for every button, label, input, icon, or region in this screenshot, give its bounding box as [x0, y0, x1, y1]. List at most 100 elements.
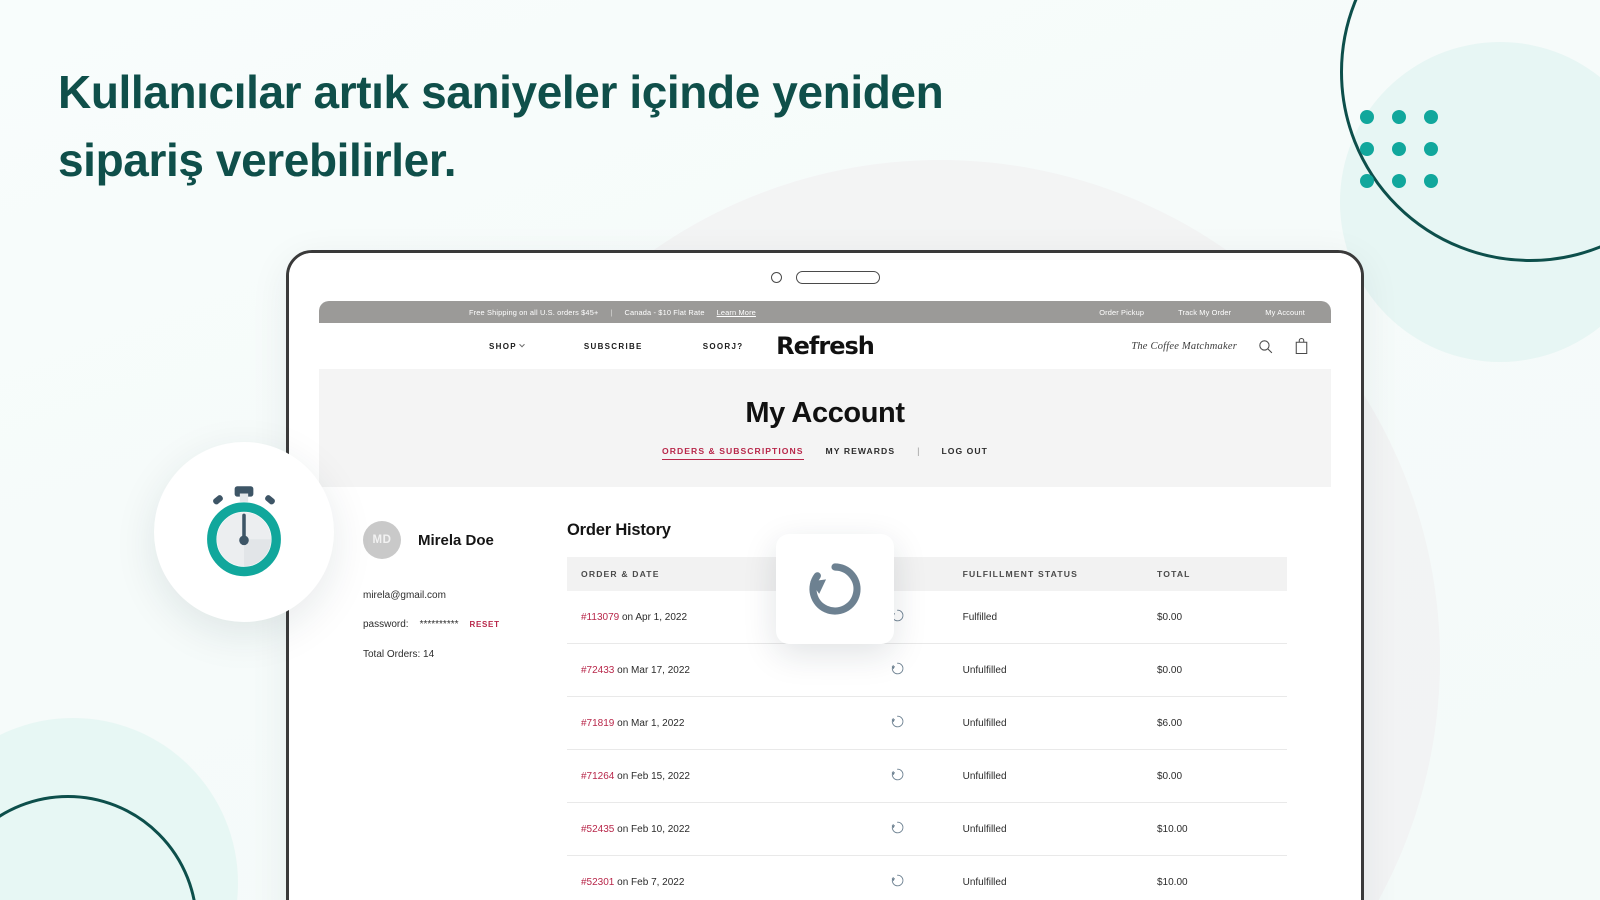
announcement-canada-text: Canada - $10 Flat Rate — [624, 307, 705, 317]
profile-panel: MD Mirela Doe mirela@gmail.com password:… — [319, 521, 567, 900]
table-header-row: ORDER & DATE FULFILLMENT STATUS TOTAL — [567, 557, 1287, 591]
cell-order-date: #71264 on Feb 15, 2022 — [567, 749, 855, 803]
cell-reorder[interactable] — [855, 749, 949, 803]
column-header-total: TOTAL — [1142, 557, 1287, 591]
announcement-separator: | — [610, 307, 613, 317]
order-history-title: Order History — [567, 521, 671, 539]
tablet-bezel — [289, 253, 1361, 301]
cell-total: $0.00 — [1142, 591, 1287, 644]
learn-more-link[interactable]: Learn More — [717, 308, 756, 317]
tab-my-rewards[interactable]: MY REWARDS — [826, 446, 896, 459]
stopwatch-badge — [154, 442, 334, 622]
cell-fulfillment-status: Unfulfilled — [948, 802, 1143, 856]
reorder-arrow-icon — [891, 874, 904, 887]
cell-reorder[interactable] — [855, 696, 949, 750]
cell-total: $10.00 — [1142, 855, 1287, 900]
shopping-bag-icon[interactable] — [1294, 337, 1309, 355]
profile-header: MD Mirela Doe — [363, 521, 567, 559]
utility-link-track-my-order[interactable]: Track My Order — [1178, 308, 1231, 317]
cell-fulfillment-status: Unfulfilled — [948, 749, 1143, 803]
tab-divider: | — [917, 446, 920, 456]
decor-circle-fill-top-right — [1340, 42, 1600, 362]
table-row[interactable]: #72433 on Mar 17, 2022 Unfulfilled $0.00 — [567, 643, 1287, 697]
page-headline: Kullanıcılar artık saniyeler içinde yeni… — [58, 66, 944, 187]
order-date-text: on Feb 10, 2022 — [617, 823, 690, 835]
order-id-link[interactable]: #72433 — [581, 665, 614, 676]
profile-password-mask: ********** — [419, 619, 459, 630]
cell-order-date: #52435 on Feb 10, 2022 — [567, 802, 855, 856]
profile-email: mirela@gmail.com — [363, 590, 446, 601]
profile-name: Mirela Doe — [418, 531, 494, 549]
cell-order-date: #72433 on Mar 17, 2022 — [567, 643, 855, 697]
order-history-panel: Order History ORDER & DATE FULFILLMENT S… — [567, 521, 1331, 900]
order-date-text: on Mar 1, 2022 — [617, 717, 685, 729]
camera-dot-icon — [770, 271, 782, 283]
cell-total: $0.00 — [1142, 643, 1287, 697]
cell-order-date: #52301 on Feb 7, 2022 — [567, 855, 855, 900]
nav-right-group: The Coffee Matchmaker — [1131, 337, 1309, 355]
brand-logo[interactable]: Refresh — [776, 332, 875, 360]
decor-circle-outline-top-right — [1340, 0, 1600, 262]
cell-reorder[interactable] — [855, 643, 949, 697]
avatar: MD — [363, 521, 401, 559]
reorder-arrow-icon — [891, 821, 904, 834]
table-row[interactable]: #52301 on Feb 7, 2022 Unfulfilled $10.00 — [567, 855, 1287, 900]
coffee-matchmaker-link[interactable]: The Coffee Matchmaker — [1131, 341, 1237, 352]
reorder-arrow-icon — [891, 715, 904, 728]
table-row[interactable]: #52435 on Feb 10, 2022 Unfulfilled $10.00 — [567, 802, 1287, 856]
decor-circle-fill-bottom-left — [0, 718, 238, 900]
search-icon[interactable] — [1257, 338, 1274, 355]
profile-password-row: password: ********** RESET — [363, 619, 567, 630]
order-id-link[interactable]: #113079 — [581, 612, 619, 623]
table-row[interactable]: #71819 on Mar 1, 2022 Unfulfilled $6.00 — [567, 696, 1287, 750]
order-id-link[interactable]: #52435 — [581, 824, 614, 835]
cell-fulfillment-status: Unfulfilled — [948, 696, 1143, 750]
nav-link-soorj[interactable]: SOORJ? — [703, 342, 744, 351]
table-row[interactable]: #71264 on Feb 15, 2022 Unfulfilled $0.00 — [567, 749, 1287, 803]
nav-link-shop[interactable]: SHOP — [489, 341, 525, 351]
nav-link-subscribe[interactable]: SUBSCRIBE — [584, 342, 643, 351]
cell-total: $10.00 — [1142, 802, 1287, 856]
nav-link-shop-label: SHOP — [489, 341, 517, 351]
reorder-arrow-icon — [891, 662, 904, 675]
utility-link-order-pickup[interactable]: Order Pickup — [1099, 308, 1144, 317]
table-row[interactable]: #113079 on Apr 1, 2022 Fulfilled $0.00 — [567, 591, 1287, 644]
tab-orders-subscriptions[interactable]: ORDERS & SUBSCRIPTIONS — [662, 446, 804, 460]
order-date-text: on Feb 15, 2022 — [617, 770, 690, 782]
order-id-link[interactable]: #71264 — [581, 771, 614, 782]
table-head: ORDER & DATE FULFILLMENT STATUS TOTAL — [567, 557, 1287, 591]
primary-nav-links: SHOP SUBSCRIBE SOORJ? — [489, 342, 743, 351]
cell-fulfillment-status: Fulfilled — [948, 591, 1143, 644]
order-date-text: on Feb 7, 2022 — [617, 876, 685, 888]
page-root: Kullanıcılar artık saniyeler içinde yeni… — [0, 0, 1600, 900]
cell-fulfillment-status: Unfulfilled — [948, 855, 1143, 900]
cell-total: $6.00 — [1142, 696, 1287, 750]
cell-total: $0.00 — [1142, 749, 1287, 803]
column-header-fulfillment-status: FULFILLMENT STATUS — [948, 557, 1143, 591]
stopwatch-icon — [207, 486, 281, 577]
chevron-down-icon — [519, 341, 525, 348]
order-date-text: on Mar 17, 2022 — [617, 664, 690, 676]
order-history-table: ORDER & DATE FULFILLMENT STATUS TOTAL #1… — [567, 557, 1287, 900]
cell-reorder[interactable] — [855, 802, 949, 856]
cell-order-date: #71819 on Mar 1, 2022 — [567, 696, 855, 750]
main-navigation-bar: SHOP SUBSCRIBE SOORJ? Refresh The Coffee… — [319, 323, 1331, 369]
table-body: #113079 on Apr 1, 2022 Fulfilled $0.00 #724… — [567, 591, 1287, 900]
account-hero-section: My Account ORDERS & SUBSCRIPTIONS MY REW… — [319, 369, 1331, 487]
announcement-bar: Free Shipping on all U.S. orders $45+ | … — [319, 301, 1331, 323]
order-id-link[interactable]: #71819 — [581, 718, 614, 729]
reorder-arrow-icon — [809, 563, 861, 615]
password-reset-button[interactable]: RESET — [470, 620, 500, 629]
decor-circle-outline-bottom-left — [0, 795, 198, 900]
account-tabs: ORDERS & SUBSCRIPTIONS MY REWARDS | LOG … — [662, 446, 988, 460]
cell-fulfillment-status: Unfulfilled — [948, 643, 1143, 697]
tab-log-out[interactable]: LOG OUT — [941, 446, 988, 459]
dot-grid-icon — [1360, 110, 1438, 188]
announcement-shipping-text: Free Shipping on all U.S. orders $45+ — [469, 307, 599, 317]
order-id-link[interactable]: #52301 — [581, 877, 614, 888]
cell-reorder[interactable] — [855, 855, 949, 900]
profile-password-label: password: — [363, 619, 409, 630]
utility-nav: Order Pickup Track My Order My Account — [1099, 308, 1305, 317]
utility-link-my-account[interactable]: My Account — [1265, 308, 1305, 317]
reorder-callout-card[interactable] — [776, 534, 894, 644]
